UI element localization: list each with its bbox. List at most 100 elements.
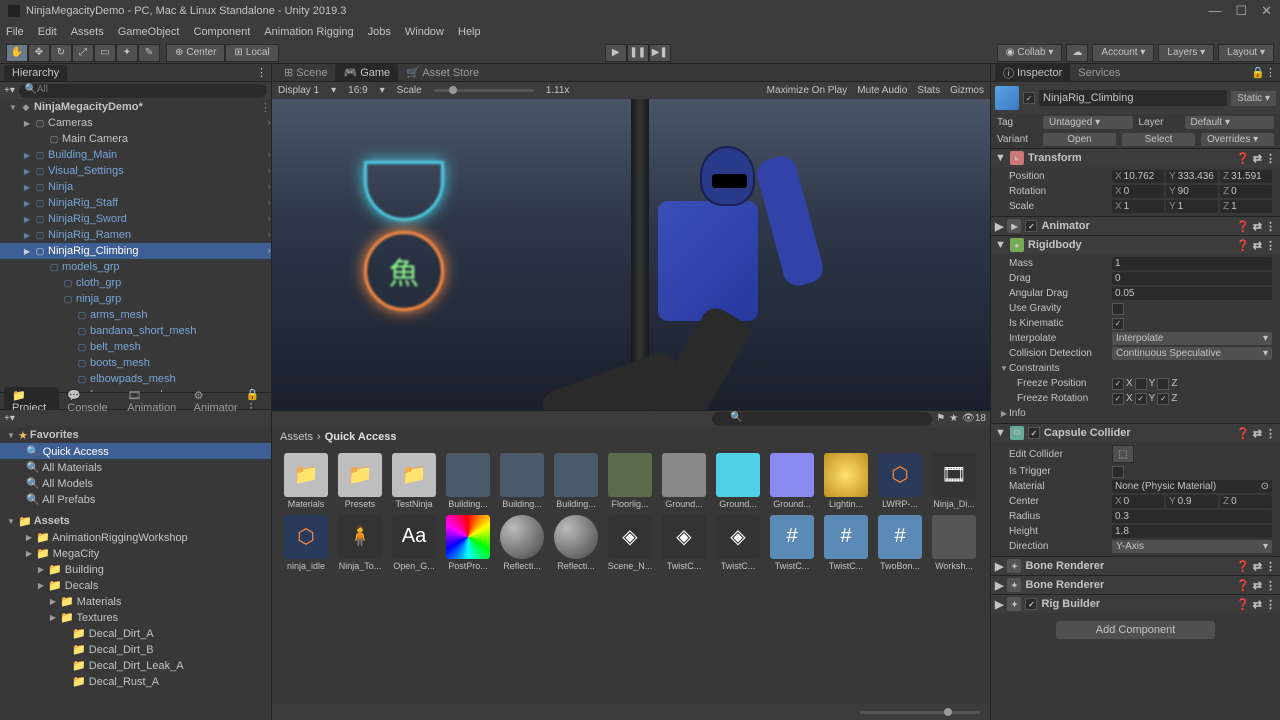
move-tool[interactable]: ✥ xyxy=(28,44,50,62)
interpolate-dropdown[interactable]: Interpolate▾ xyxy=(1112,332,1272,345)
asset-item[interactable]: ◈TwistC... xyxy=(660,515,708,571)
collab-dropdown[interactable]: ◉ Collab ▾ xyxy=(997,44,1063,62)
animator-header[interactable]: ▶ ▶ ✓ Animator❓ ⇄ ⋮ xyxy=(991,217,1280,235)
lock-icon[interactable]: 🔒 xyxy=(1251,66,1265,79)
trigger-checkbox[interactable] xyxy=(1112,466,1124,478)
scene-root[interactable]: ▼◆ NinjaMegacityDemo* ⋮ xyxy=(0,99,271,115)
assets-header[interactable]: ▼📁 Assets xyxy=(0,513,271,529)
aspect-dropdown[interactable]: 16:9 xyxy=(348,85,367,96)
bone-renderer-1[interactable]: ▶ ✦ Bone Renderer❓ ⇄ ⋮ xyxy=(991,557,1280,575)
hierarchy-item[interactable]: ▶▢Visual_Settings› xyxy=(0,163,271,179)
transform-tool[interactable]: ✦ xyxy=(116,44,138,62)
mass-field[interactable]: 1 xyxy=(1112,257,1272,270)
folder-item[interactable]: ▶📁 Materials xyxy=(0,593,271,609)
static-dropdown[interactable]: Static ▾ xyxy=(1231,91,1276,106)
menu-help[interactable]: Help xyxy=(458,26,481,38)
panel-menu-icon[interactable]: ⋮ xyxy=(256,66,267,79)
pos-x[interactable]: X10.762 xyxy=(1112,170,1164,183)
menu-assets[interactable]: Assets xyxy=(71,26,104,38)
tab-animation[interactable]: 🎞 Animation xyxy=(119,387,185,416)
folder-item[interactable]: 📁 Decal_Dirt_B xyxy=(0,641,271,657)
asset-item[interactable]: 🎞Ninja_Di... xyxy=(930,453,978,509)
height-field[interactable]: 1.8 xyxy=(1112,525,1272,538)
fav-item[interactable]: 🔍 Quick Access xyxy=(0,443,271,459)
capsule-header[interactable]: ▼ ⬭ ✓ Capsule Collider❓ ⇄ ⋮ xyxy=(991,424,1280,442)
hidden-icon[interactable]: 👁18 xyxy=(962,413,986,424)
tab-console[interactable]: 💬 Console xyxy=(59,387,119,416)
tab-game[interactable]: 🎮 Game xyxy=(335,64,398,81)
scale-tool[interactable]: ⤢ xyxy=(72,44,94,62)
asset-item[interactable]: PostPro... xyxy=(444,515,492,571)
transform-header[interactable]: ▼ ⟀ Transform❓ ⇄ ⋮ xyxy=(991,149,1280,167)
tag-dropdown[interactable]: Untagged ▾ xyxy=(1043,116,1133,129)
tab-animator[interactable]: ⚙ Animator xyxy=(186,387,246,416)
gizmos[interactable]: Gizmos xyxy=(950,85,984,96)
pivot-toggle[interactable]: ⊕Center xyxy=(166,44,225,62)
menu-jobs[interactable]: Jobs xyxy=(368,26,391,38)
bone-renderer-2[interactable]: ▶ ✦ Bone Renderer❓ ⇄ ⋮ xyxy=(991,576,1280,594)
select-button[interactable]: Select xyxy=(1122,133,1195,146)
hierarchy-item[interactable]: ▢ninja_grp xyxy=(0,291,271,307)
folder-item[interactable]: ▶📁 Building xyxy=(0,561,271,577)
create-dropdown[interactable]: +▾ xyxy=(4,85,15,96)
hierarchy-item[interactable]: ▶▢NinjaRig_Ramen› xyxy=(0,227,271,243)
asset-item[interactable]: ⬡ninja_idle xyxy=(282,515,330,571)
rig-builder[interactable]: ▶ ✦ ✓ Rig Builder❓ ⇄ ⋮ xyxy=(991,595,1280,613)
layers-dropdown[interactable]: Layers ▾ xyxy=(1158,44,1214,62)
cloud-button[interactable]: ☁ xyxy=(1066,44,1088,62)
hand-tool[interactable]: ✋ xyxy=(6,44,28,62)
hierarchy-item[interactable]: ▶▢NinjaRig_Sword› xyxy=(0,211,271,227)
hierarchy-item[interactable]: ▶▢Ninja› xyxy=(0,179,271,195)
account-dropdown[interactable]: Account ▾ xyxy=(1092,44,1154,62)
hierarchy-item[interactable]: ▢models_grp xyxy=(0,259,271,275)
play-button[interactable]: ▶ xyxy=(605,44,627,62)
hierarchy-search[interactable]: 🔍All xyxy=(19,84,267,98)
asset-item[interactable]: #TwistC... xyxy=(822,515,870,571)
favorite-icon[interactable]: ★ xyxy=(949,413,958,424)
favorites-header[interactable]: ▼★ Favorites xyxy=(0,427,271,443)
project-search[interactable]: 🔍 xyxy=(712,412,932,426)
hierarchy-item[interactable]: ▢arms_mesh xyxy=(0,307,271,323)
rot-y[interactable]: Y90 xyxy=(1166,185,1218,198)
layer-dropdown[interactable]: Default ▾ xyxy=(1185,116,1275,129)
maximize-on-play[interactable]: Maximize On Play xyxy=(767,85,848,96)
asset-item[interactable]: 📁TestNinja xyxy=(390,453,438,509)
overrides-dropdown[interactable]: Overrides ▾ xyxy=(1201,133,1274,146)
hierarchy-item[interactable]: ▶▢NinjaRig_Climbing› xyxy=(0,243,271,259)
pos-z[interactable]: Z31.591 xyxy=(1220,170,1272,183)
filter-icon[interactable]: ⚑ xyxy=(936,413,945,424)
drag-field[interactable]: 0 xyxy=(1112,272,1272,285)
folder-item[interactable]: ▶📁 AnimationRiggingWorkshop xyxy=(0,529,271,545)
game-viewport[interactable]: 魚 xyxy=(272,99,990,410)
breadcrumb[interactable]: Assets › Quick Access xyxy=(272,427,990,447)
display-dropdown[interactable]: Display 1 xyxy=(278,85,319,96)
asset-item[interactable]: Ground... xyxy=(714,453,762,509)
angular-drag-field[interactable]: 0.05 xyxy=(1112,287,1272,300)
asset-item[interactable]: 🧍Ninja_To... xyxy=(336,515,384,571)
mute-audio[interactable]: Mute Audio xyxy=(857,85,907,96)
layout-dropdown[interactable]: Layout ▾ xyxy=(1218,44,1274,62)
pause-button[interactable]: ❚❚ xyxy=(627,44,649,62)
maximize-button[interactable]: ☐ xyxy=(1235,3,1247,19)
asset-item[interactable]: Floorlig... xyxy=(606,453,654,509)
physic-material-field[interactable]: None (Physic Material)⊙ xyxy=(1112,480,1272,493)
asset-item[interactable]: Lightin... xyxy=(822,453,870,509)
project-create[interactable]: +▾ xyxy=(4,413,15,424)
asset-item[interactable]: #TwoBon... xyxy=(876,515,924,571)
direction-dropdown[interactable]: Y-Axis▾ xyxy=(1112,540,1272,553)
menu-animation-rigging[interactable]: Animation Rigging xyxy=(264,26,353,38)
menu-gameobject[interactable]: GameObject xyxy=(118,26,180,38)
asset-item[interactable]: ◈Scene_N... xyxy=(606,515,654,571)
close-button[interactable]: ✕ xyxy=(1261,3,1272,19)
tab-asset-store[interactable]: 🛒 Asset Store xyxy=(398,64,487,81)
rect-tool[interactable]: ▭ xyxy=(94,44,116,62)
active-checkbox[interactable]: ✓ xyxy=(1023,92,1035,104)
asset-item[interactable]: #TwistC... xyxy=(768,515,816,571)
scl-y[interactable]: Y1 xyxy=(1166,200,1218,213)
rotate-tool[interactable]: ↻ xyxy=(50,44,72,62)
object-name-field[interactable]: NinjaRig_Climbing xyxy=(1039,90,1227,106)
asset-item[interactable]: ◈TwistC... xyxy=(714,515,762,571)
folder-item[interactable]: ▶📁 Decals xyxy=(0,577,271,593)
edit-collider-button[interactable]: ⬚ xyxy=(1112,445,1134,463)
folder-item[interactable]: 📁 Decal_Dirt_A xyxy=(0,625,271,641)
